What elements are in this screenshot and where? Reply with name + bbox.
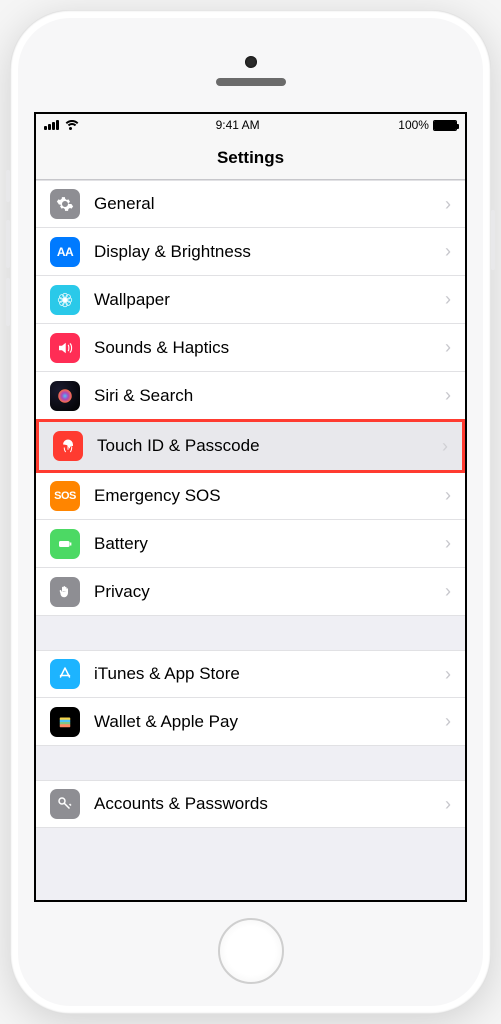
settings-row-label: General <box>94 194 445 214</box>
chevron-right-icon: › <box>445 337 451 358</box>
settings-list[interactable]: General›AADisplay & Brightness›Wallpaper… <box>36 180 465 900</box>
volume-down-button <box>6 278 10 326</box>
page-title: Settings <box>217 148 284 168</box>
volume-up-button <box>6 220 10 268</box>
settings-row-accounts[interactable]: Accounts & Passwords› <box>36 780 465 828</box>
sos-icon: SOS <box>50 481 80 511</box>
cellular-signal-icon <box>44 120 59 130</box>
settings-row-label: Siri & Search <box>94 386 445 406</box>
settings-row-label: Emergency SOS <box>94 486 445 506</box>
settings-group: iTunes & App Store›Wallet & Apple Pay› <box>36 650 465 746</box>
itunes-icon <box>50 659 80 689</box>
privacy-icon <box>50 577 80 607</box>
chevron-right-icon: › <box>445 194 451 215</box>
display-icon: AA <box>50 237 80 267</box>
settings-row-display[interactable]: AA Display & Brightness› <box>36 228 465 276</box>
battery-percent: 100% <box>398 118 429 132</box>
settings-row-wallpaper[interactable]: Wallpaper› <box>36 276 465 324</box>
chevron-right-icon: › <box>445 241 451 262</box>
chevron-right-icon: › <box>445 581 451 602</box>
nav-bar: Settings <box>36 136 465 180</box>
top-hardware <box>28 36 473 106</box>
battery-icon <box>433 120 457 131</box>
earpiece-speaker <box>216 78 286 86</box>
settings-row-itunes[interactable]: iTunes & App Store› <box>36 650 465 698</box>
settings-row-label: Battery <box>94 534 445 554</box>
settings-row-label: Accounts & Passwords <box>94 794 445 814</box>
home-button[interactable] <box>218 918 284 984</box>
settings-row-label: Sounds & Haptics <box>94 338 445 358</box>
general-icon <box>50 189 80 219</box>
wallet-icon <box>50 707 80 737</box>
settings-row-label: iTunes & App Store <box>94 664 445 684</box>
status-time: 9:41 AM <box>216 118 260 132</box>
settings-row-label: Privacy <box>94 582 445 602</box>
chevron-right-icon: › <box>445 485 451 506</box>
mute-switch <box>6 170 10 202</box>
sounds-icon <box>50 333 80 363</box>
status-bar: 9:41 AM 100% <box>36 114 465 136</box>
settings-row-sounds[interactable]: Sounds & Haptics› <box>36 324 465 372</box>
wallpaper-icon <box>50 285 80 315</box>
chevron-right-icon: › <box>442 436 448 457</box>
front-camera <box>245 56 257 68</box>
chevron-right-icon: › <box>445 711 451 732</box>
settings-row-privacy[interactable]: Privacy› <box>36 568 465 616</box>
iphone-frame: 9:41 AM 100% Settings General›AADisplay … <box>10 10 491 1014</box>
touchid-icon <box>53 431 83 461</box>
battery-icon <box>50 529 80 559</box>
wifi-icon <box>63 120 77 131</box>
settings-row-siri[interactable]: Siri & Search› <box>36 372 465 420</box>
settings-group: General›AADisplay & Brightness›Wallpaper… <box>36 180 465 616</box>
screen: 9:41 AM 100% Settings General›AADisplay … <box>34 112 467 902</box>
chevron-right-icon: › <box>445 533 451 554</box>
chevron-right-icon: › <box>445 289 451 310</box>
chevron-right-icon: › <box>445 794 451 815</box>
accounts-icon <box>50 789 80 819</box>
settings-row-sos[interactable]: SOS Emergency SOS› <box>36 472 465 520</box>
settings-row-label: Wallet & Apple Pay <box>94 712 445 732</box>
siri-icon <box>50 381 80 411</box>
settings-group: Accounts & Passwords› <box>36 780 465 828</box>
settings-row-label: Touch ID & Passcode <box>97 436 442 456</box>
settings-row-battery[interactable]: Battery› <box>36 520 465 568</box>
settings-row-touchid[interactable]: Touch ID & Passcode› <box>36 419 465 473</box>
settings-row-label: Display & Brightness <box>94 242 445 262</box>
settings-row-label: Wallpaper <box>94 290 445 310</box>
settings-row-wallet[interactable]: Wallet & Apple Pay› <box>36 698 465 746</box>
chevron-right-icon: › <box>445 664 451 685</box>
chevron-right-icon: › <box>445 385 451 406</box>
power-button <box>491 210 495 270</box>
settings-row-general[interactable]: General› <box>36 180 465 228</box>
